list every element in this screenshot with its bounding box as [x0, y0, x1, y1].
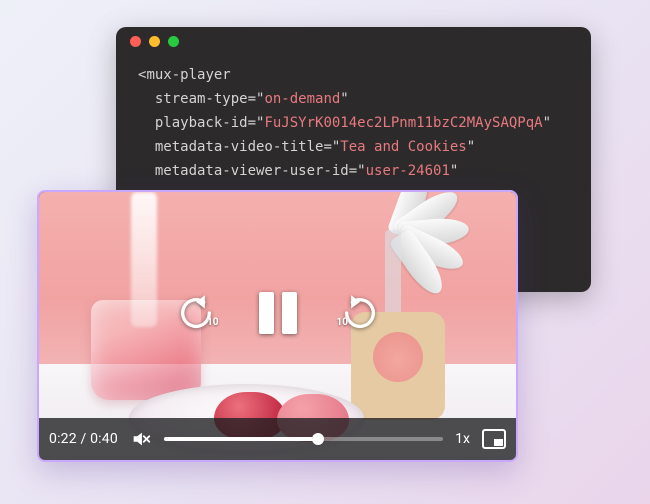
seek-backward-button[interactable]: 10 [175, 292, 217, 334]
seek-thumb[interactable] [312, 433, 324, 445]
maximize-icon[interactable] [168, 36, 179, 47]
center-controls: 10 10 [39, 292, 516, 334]
minimize-icon[interactable] [149, 36, 160, 47]
volume-muted-icon [130, 428, 152, 450]
pip-button[interactable] [482, 429, 506, 449]
mute-button[interactable] [130, 428, 152, 450]
code-tag: mux-player [146, 67, 230, 83]
code-block: <mux-player stream-type="on-demand" play… [116, 55, 591, 183]
playback-rate-button[interactable]: 1x [455, 431, 470, 447]
code-value: on-demand [264, 91, 340, 107]
code-attr: stream-type [155, 91, 248, 107]
seek-bar[interactable] [164, 437, 443, 441]
code-attr: metadata-video-title [155, 139, 324, 155]
stage: <mux-player stream-type="on-demand" play… [0, 0, 650, 504]
close-icon[interactable] [130, 36, 141, 47]
pause-icon [259, 292, 274, 334]
pip-icon [482, 429, 506, 449]
code-attr: metadata-viewer-user-id [155, 163, 349, 179]
pause-icon [282, 292, 297, 334]
code-attr: playback-id [155, 115, 248, 131]
code-value: Tea and Cookies [340, 139, 466, 155]
control-bar: 0:22 / 0:40 1x [39, 418, 516, 460]
window-titlebar [116, 27, 591, 55]
seek-backward-amount: 10 [207, 317, 218, 328]
seek-forward-button[interactable]: 10 [339, 292, 381, 334]
code-value: user-24601 [366, 163, 450, 179]
video-player: 10 10 0:22 / 0:40 1x [37, 190, 518, 462]
code-value: FuJSYrK0014ec2LPnm11bzC2MAySAQPqA [264, 115, 542, 131]
time-display: 0:22 / 0:40 [49, 431, 118, 447]
pause-button[interactable] [259, 292, 297, 334]
seek-forward-amount: 10 [337, 317, 348, 328]
